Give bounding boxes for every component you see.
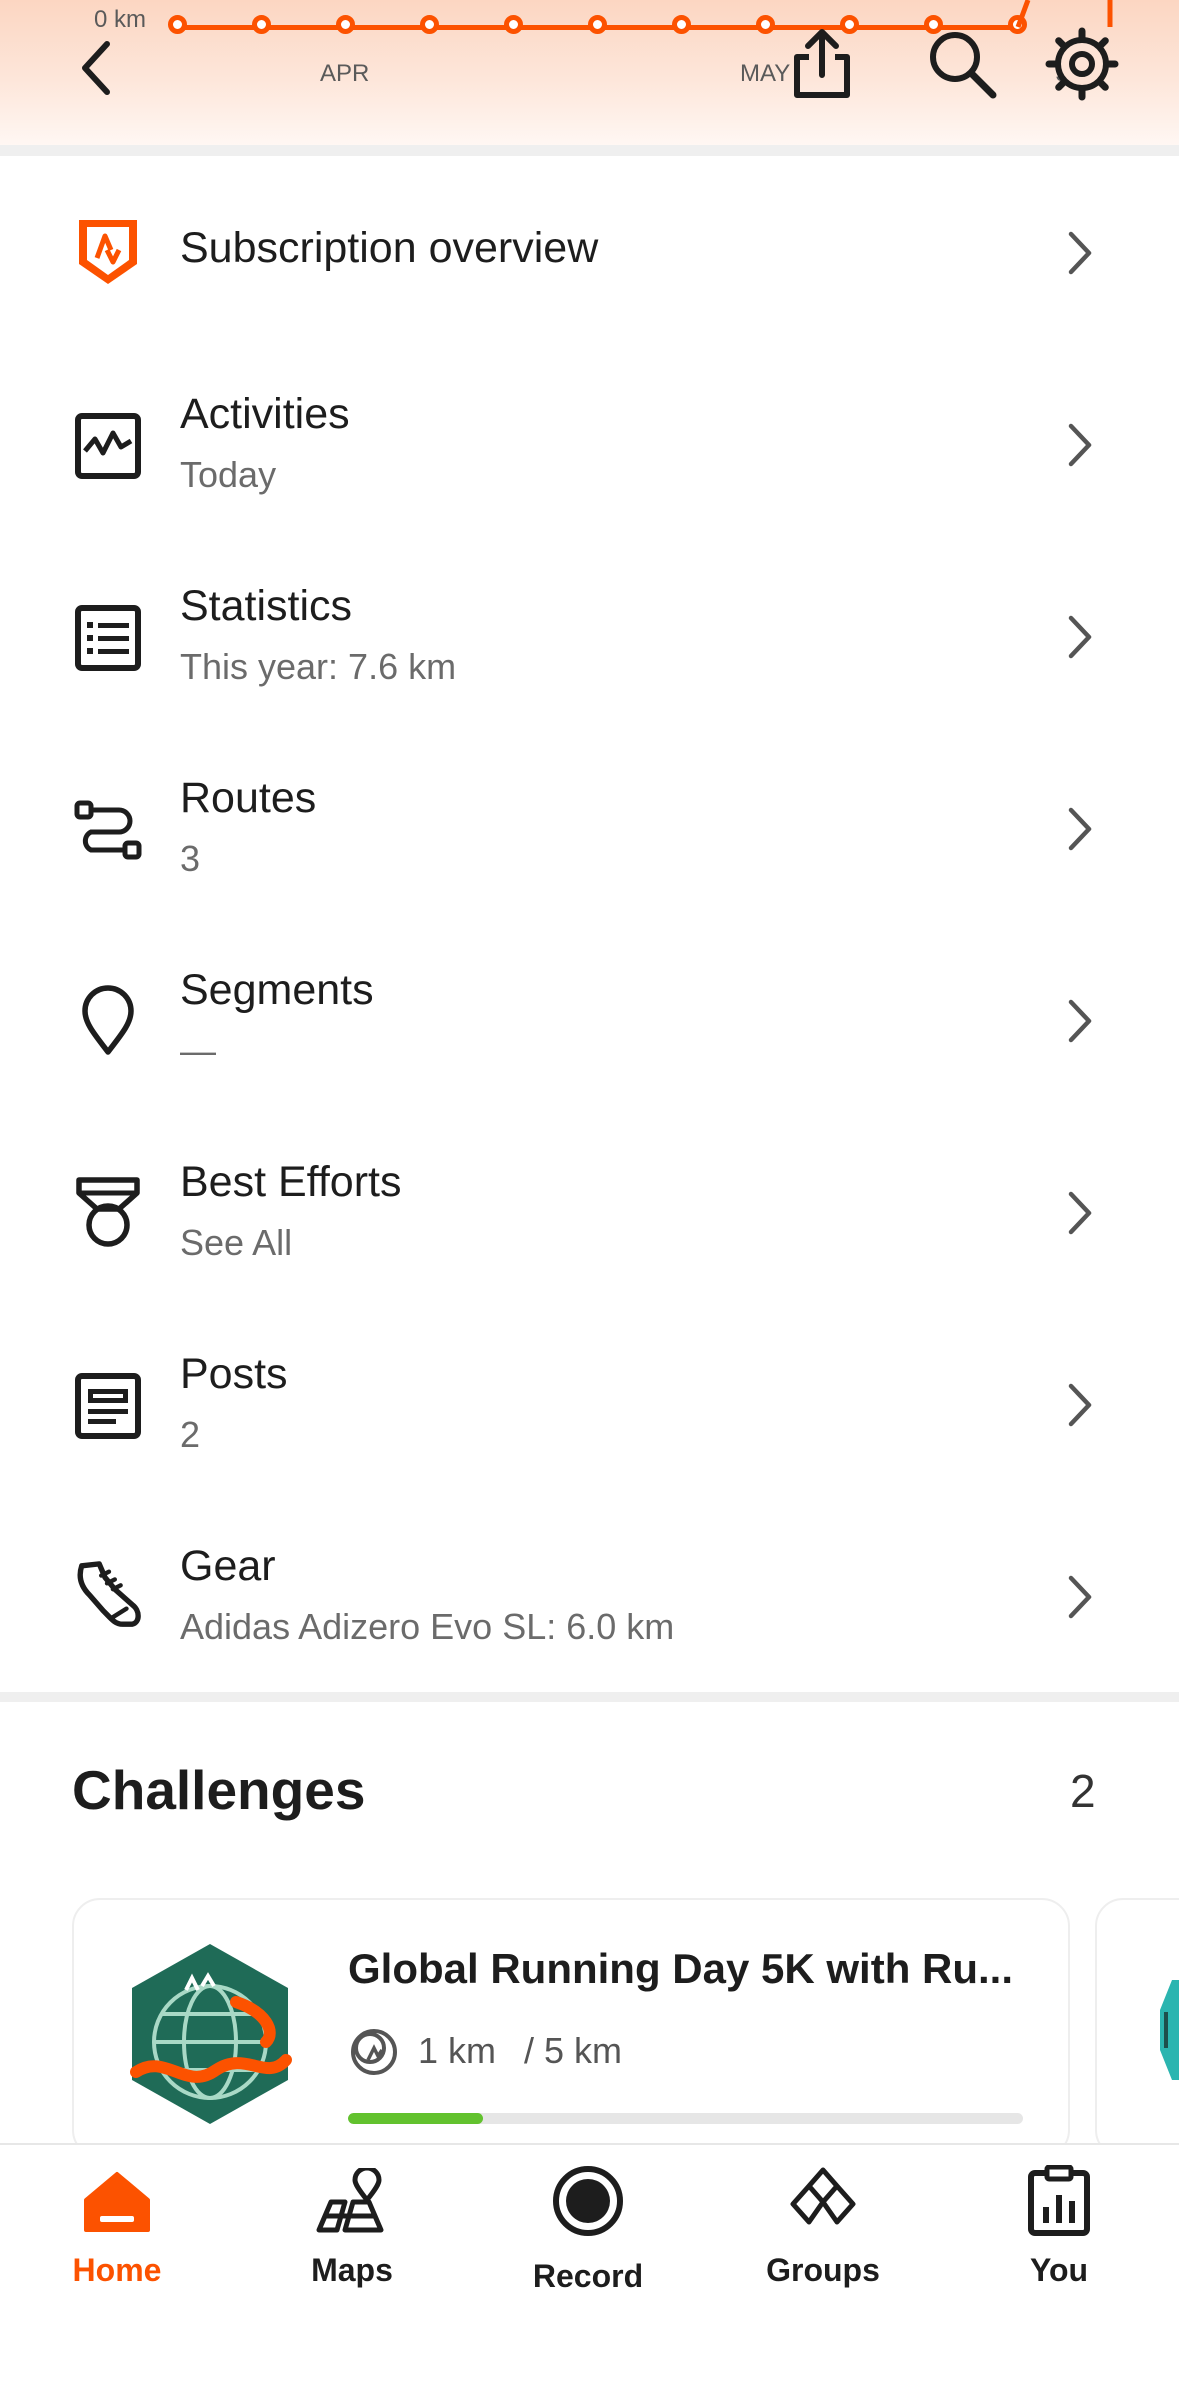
chevron-right-icon [1060, 612, 1100, 662]
map-icon [262, 2158, 442, 2244]
statistics-list-icon [72, 602, 144, 674]
search-icon [930, 32, 997, 99]
chart-point [756, 15, 775, 34]
settings-button[interactable] [1042, 24, 1122, 104]
divider [0, 145, 1179, 156]
tab-label: Maps [311, 2252, 393, 2288]
tab-maps[interactable]: Maps [262, 2158, 442, 2308]
chart-point [588, 15, 607, 34]
menu-item-title: Posts [180, 1350, 288, 1398]
challenge-goal: / 5 km [524, 2030, 623, 2071]
challenge-badge-icon [1160, 1980, 1179, 2080]
tab-record[interactable]: Record [498, 2158, 678, 2308]
menu-item-posts[interactable]: Posts 2 [0, 1308, 1179, 1500]
tab-you[interactable]: You [969, 2158, 1149, 2308]
gear-icon [1045, 27, 1119, 101]
record-icon [498, 2158, 678, 2244]
chevron-right-icon [1060, 1572, 1100, 1622]
tab-label: Groups [766, 2252, 880, 2288]
menu-item-segments[interactable]: Segments — [0, 924, 1179, 1116]
globe-challenge-badge-icon [130, 1944, 292, 2124]
medal-icon [72, 1176, 144, 1248]
chevron-left-icon [82, 41, 110, 95]
chevron-right-icon [1060, 420, 1100, 470]
challenge-card[interactable] [1095, 1898, 1179, 2158]
menu-item-title: Best Efforts [180, 1158, 402, 1206]
you-clipboard-icon [969, 2158, 1149, 2244]
menu-item-gear[interactable]: Gear Adidas Adizero Evo SL: 6.0 km [0, 1500, 1179, 1692]
menu-item-subscription-overview[interactable]: Subscription overview [0, 156, 1179, 348]
activity-graph-icon [72, 410, 144, 482]
menu-item-routes[interactable]: Routes 3 [0, 732, 1179, 924]
challenge-badge [126, 1942, 294, 2126]
strava-subscription-icon [72, 216, 144, 288]
chart-point [420, 15, 439, 34]
menu-item-title: Segments [180, 966, 374, 1014]
menu-item-title: Gear [180, 1542, 276, 1590]
share-button[interactable] [782, 24, 862, 104]
challenge-current: 1 km [418, 2030, 497, 2071]
post-icon [72, 1370, 144, 1442]
menu-item-title: Subscription overview [180, 224, 599, 272]
chart-point [252, 15, 271, 34]
menu-item-subtitle: Adidas Adizero Evo SL: 6.0 km [180, 1606, 675, 1647]
search-button[interactable] [922, 24, 1002, 104]
challenge-progress-text: 1 km / 5 km [418, 2030, 622, 2072]
activity-rings-icon [348, 2026, 400, 2078]
chart-point [672, 15, 691, 34]
menu-item-statistics[interactable]: Statistics This year: 7.6 km [0, 540, 1179, 732]
route-icon [72, 794, 144, 866]
chart-point [168, 15, 187, 34]
menu-item-activities[interactable]: Activities Today [0, 348, 1179, 540]
tab-groups[interactable]: Groups [733, 2158, 913, 2308]
menu-item-title: Statistics [180, 582, 353, 630]
location-pin-icon [72, 984, 144, 1056]
menu-item-subtitle: — [180, 1030, 216, 1071]
tab-label: Record [532, 2258, 644, 2294]
menu-item-subtitle: 2 [180, 1414, 201, 1455]
chevron-right-icon [1060, 804, 1100, 854]
home-icon [27, 2158, 207, 2244]
divider [0, 1692, 1179, 1702]
chevron-right-icon [1060, 1380, 1100, 1430]
tab-label: You [1029, 2252, 1089, 2288]
share-icon [794, 29, 850, 98]
chart-point [504, 15, 523, 34]
chevron-right-icon [1060, 996, 1100, 1046]
shoe-icon [72, 1560, 144, 1632]
challenge-name: Global Running Day 5K with Ru... [348, 1945, 1014, 1992]
menu-item-best-efforts[interactable]: Best Efforts See All [0, 1116, 1179, 1308]
back-button[interactable] [62, 30, 132, 106]
tab-label: Home [72, 2252, 162, 2288]
tab-home[interactable]: Home [27, 2158, 207, 2308]
menu-item-subtitle: Today [180, 454, 277, 495]
menu-item-title: Routes [180, 774, 317, 822]
challenges-count[interactable]: 2 [1070, 1764, 1096, 1818]
chevron-right-icon [1060, 228, 1100, 278]
challenges-heading: Challenges [72, 1759, 366, 1821]
menu-item-subtitle: This year: 7.6 km [180, 646, 457, 687]
groups-icon [733, 2158, 913, 2244]
chevron-right-icon [1060, 1188, 1100, 1238]
month-label-apr: APR [320, 60, 370, 87]
menu-item-subtitle: See All [180, 1222, 293, 1263]
menu-item-subtitle: 3 [180, 838, 201, 879]
chart-point [336, 15, 355, 34]
challenge-progress-bar [348, 2113, 1023, 2124]
header: 0 km APR MAY JUN [0, 0, 1179, 145]
challenge-progress-fill [348, 2113, 483, 2124]
menu-item-title: Activities [180, 390, 350, 438]
